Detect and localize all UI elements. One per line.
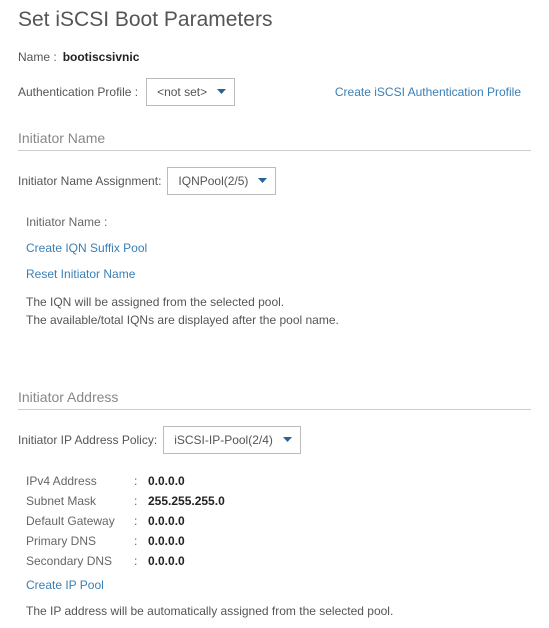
- ip-fields-table: IPv4 Address : 0.0.0.0 Subnet Mask : 255…: [18, 474, 531, 568]
- table-row: Subnet Mask : 255.255.255.0: [26, 494, 531, 508]
- table-row: Secondary DNS : 0.0.0.0: [26, 554, 531, 568]
- reset-initiator-name-link[interactable]: Reset Initiator Name: [26, 267, 531, 281]
- auth-profile-select[interactable]: <not set>: [146, 78, 235, 106]
- note-line: The IQN will be assigned from the select…: [26, 293, 531, 311]
- chevron-down-icon: [283, 437, 292, 443]
- table-row: Default Gateway : 0.0.0.0: [26, 514, 531, 528]
- initiator-name-assignment-label: Initiator Name Assignment:: [18, 174, 161, 188]
- note-line: The available/total IQNs are displayed a…: [26, 311, 531, 329]
- initiator-address-note: The IP address will be automatically ass…: [26, 602, 531, 620]
- auth-profile-row: Authentication Profile : <not set> Creat…: [18, 78, 531, 106]
- create-auth-profile-link[interactable]: Create iSCSI Authentication Profile: [295, 85, 531, 99]
- field-value: 0.0.0.0: [148, 474, 185, 488]
- initiator-name-assignment-value: IQNPool(2/5): [178, 174, 248, 188]
- field-value: 0.0.0.0: [148, 534, 185, 548]
- field-value: 0.0.0.0: [148, 554, 185, 568]
- divider: [18, 409, 531, 410]
- initiator-ip-policy-value: iSCSI-IP-Pool(2/4): [174, 433, 273, 447]
- initiator-ip-policy-row: Initiator IP Address Policy: iSCSI-IP-Po…: [18, 426, 531, 454]
- initiator-name-details: Initiator Name : Create IQN Suffix Pool …: [18, 215, 531, 329]
- chevron-down-icon: [217, 89, 226, 95]
- initiator-address-section-title: Initiator Address: [18, 389, 531, 405]
- auth-profile-label: Authentication Profile :: [18, 85, 138, 99]
- auth-profile-selected: <not set>: [157, 85, 207, 99]
- initiator-ip-policy-select[interactable]: iSCSI-IP-Pool(2/4): [163, 426, 301, 454]
- name-label: Name :: [18, 50, 57, 64]
- initiator-ip-policy-label: Initiator IP Address Policy:: [18, 433, 157, 447]
- initiator-name-label: Initiator Name :: [26, 215, 531, 229]
- create-iqn-suffix-pool-link[interactable]: Create IQN Suffix Pool: [26, 241, 531, 255]
- field-key: IPv4 Address: [26, 474, 134, 488]
- field-key: Primary DNS: [26, 534, 134, 548]
- name-row: Name : bootiscsivnic: [18, 50, 531, 64]
- name-value: bootiscsivnic: [63, 50, 140, 64]
- field-key: Secondary DNS: [26, 554, 134, 568]
- table-row: Primary DNS : 0.0.0.0: [26, 534, 531, 548]
- chevron-down-icon: [258, 178, 267, 184]
- divider: [18, 150, 531, 151]
- initiator-name-assignment-row: Initiator Name Assignment: IQNPool(2/5): [18, 167, 531, 195]
- table-row: IPv4 Address : 0.0.0.0: [26, 474, 531, 488]
- initiator-name-section-title: Initiator Name: [18, 130, 531, 146]
- field-value: 255.255.255.0: [148, 494, 225, 508]
- create-ip-pool-link[interactable]: Create IP Pool: [26, 578, 531, 592]
- initiator-name-note: The IQN will be assigned from the select…: [26, 293, 531, 329]
- field-key: Default Gateway: [26, 514, 134, 528]
- initiator-name-assignment-select[interactable]: IQNPool(2/5): [167, 167, 276, 195]
- page-title: Set iSCSI Boot Parameters: [18, 8, 531, 32]
- field-value: 0.0.0.0: [148, 514, 185, 528]
- field-key: Subnet Mask: [26, 494, 134, 508]
